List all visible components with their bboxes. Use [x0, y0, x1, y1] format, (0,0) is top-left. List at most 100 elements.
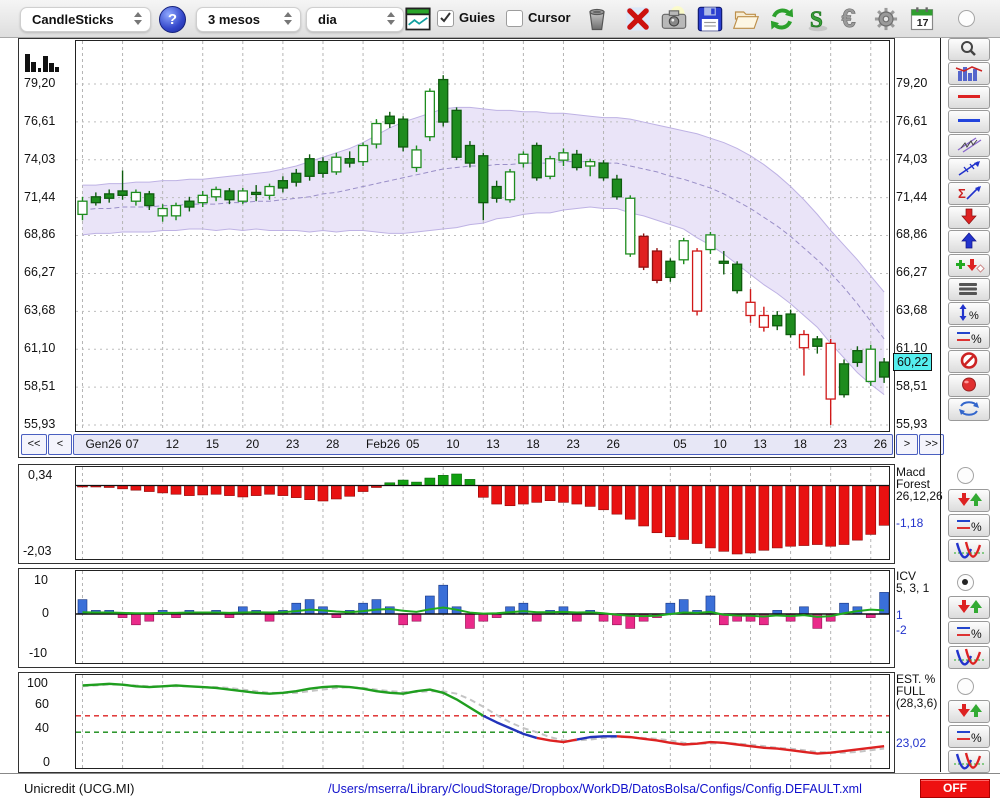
candle — [745, 301, 756, 317]
record-button[interactable] — [948, 374, 990, 397]
stoch-percent-button[interactable]: % — [948, 725, 990, 748]
price-label: 61,10 — [24, 341, 56, 356]
icv-ymin-label: -10 — [29, 646, 48, 660]
interval-select[interactable]: dia — [306, 7, 404, 32]
calendar-icon[interactable]: 17 — [908, 5, 936, 33]
macd-bar — [731, 485, 743, 555]
money-s-icon[interactable]: S — [804, 5, 832, 34]
zoom-tool-button[interactable] — [948, 38, 990, 61]
macd-bar — [624, 485, 636, 520]
guies-checkbox[interactable] — [437, 10, 454, 27]
macd-bar — [718, 485, 730, 552]
arrow-up-blue-icon — [949, 231, 989, 250]
sigma-trend-button[interactable]: Σ — [948, 182, 990, 205]
off-toggle-button[interactable]: OFF — [920, 779, 990, 798]
icv-panel-radio[interactable] — [957, 574, 974, 591]
macd-ymax-label: 0,34 — [28, 468, 53, 482]
list-lines-button[interactable] — [948, 278, 990, 301]
arrow-down-tool-button[interactable] — [948, 206, 990, 229]
candle — [210, 188, 222, 198]
channel-icon — [949, 135, 989, 154]
trash-icon[interactable] — [583, 5, 611, 33]
stoch-y60-label: 60 — [35, 697, 49, 711]
macd-bar — [130, 485, 142, 491]
red-hline-button[interactable] — [948, 86, 990, 109]
chart-type-select[interactable]: CandleSticks — [20, 7, 151, 32]
macd-arrows-button[interactable] — [948, 489, 990, 512]
delete-x-icon[interactable] — [624, 5, 652, 33]
channel-tool-button[interactable] — [948, 134, 990, 157]
price-label: 66,27 — [896, 265, 928, 280]
macd-bar — [865, 485, 877, 535]
cursor-checkbox[interactable] — [506, 10, 523, 27]
candle — [772, 314, 783, 327]
icv-arrows-button[interactable] — [948, 596, 990, 619]
refresh-icon[interactable] — [768, 5, 796, 33]
settings-gear-icon[interactable] — [872, 5, 900, 33]
trendline-tool-button[interactable] — [948, 158, 990, 181]
nav-prev-button[interactable]: < — [48, 434, 72, 455]
macd-bar — [210, 485, 222, 495]
camera-icon[interactable] — [660, 5, 688, 33]
arrow-up-tool-button[interactable] — [948, 230, 990, 253]
open-folder-icon[interactable] — [732, 5, 760, 33]
main-price-chart[interactable] — [75, 40, 890, 432]
icv-bar — [665, 602, 676, 615]
macd-percent-button[interactable]: % — [948, 514, 990, 537]
euro-icon[interactable]: € — [838, 5, 866, 34]
candle — [144, 193, 155, 207]
icv-bar — [358, 602, 368, 615]
macd-bar — [237, 485, 249, 498]
indicator-chart-button[interactable] — [948, 62, 990, 85]
lines-percent-icon: % — [949, 622, 989, 641]
blue-hline-button[interactable] — [948, 110, 990, 133]
nav-next-button[interactable]: > — [896, 434, 918, 455]
icv-curves-button[interactable] — [948, 646, 990, 669]
svg-text:17: 17 — [917, 17, 929, 29]
macd-bar — [143, 485, 155, 492]
icv-bar — [144, 613, 155, 622]
macd-curves-button[interactable] — [948, 539, 990, 562]
stoch-curves-button[interactable] — [948, 750, 990, 773]
config-path-label: /Users/mserra/Library/CloudStorage/Dropb… — [328, 782, 862, 796]
period-select[interactable]: 3 mesos — [196, 7, 301, 32]
forbidden-tool-button[interactable] — [948, 350, 990, 373]
save-icon[interactable] — [696, 5, 724, 33]
macd-bar — [571, 485, 583, 505]
lines-percent-button[interactable]: % — [948, 326, 990, 349]
toolbar-radio[interactable] — [958, 10, 975, 27]
svg-text:Σ: Σ — [958, 186, 966, 201]
stoch-arrows-button[interactable] — [948, 700, 990, 723]
macd-bar — [451, 473, 462, 486]
nav-far-prev-button[interactable]: << — [21, 434, 47, 455]
candle — [224, 190, 235, 201]
macd-bar — [758, 485, 770, 551]
macd-bar — [224, 485, 235, 496]
candle — [424, 90, 436, 138]
add-signal-arrows-button[interactable] — [948, 254, 990, 277]
candle — [251, 191, 262, 196]
icv-bar — [291, 602, 302, 615]
curves-icon — [949, 647, 989, 666]
price-label: 63,68 — [896, 303, 928, 318]
macd-bar — [544, 485, 556, 501]
macd-bar — [357, 485, 369, 492]
candle — [558, 152, 569, 161]
icv-percent-button[interactable]: % — [948, 621, 990, 644]
help-button[interactable]: ? — [159, 6, 186, 33]
vertical-percent-button[interactable]: % — [948, 302, 990, 325]
candle — [197, 194, 208, 204]
candle — [571, 153, 582, 169]
interval-value: dia — [318, 12, 337, 27]
swap-arrows-button[interactable] — [948, 398, 990, 421]
icv-yzero-label: 0 — [42, 606, 49, 620]
date-tick-label: 05 — [406, 437, 420, 451]
candle — [678, 240, 689, 261]
stoch-panel-radio[interactable] — [957, 678, 974, 695]
icv-bar — [384, 606, 395, 615]
chart-window-icon[interactable] — [404, 5, 432, 33]
macd-bar — [504, 485, 516, 507]
date-axis-strip[interactable]: Gen26 07 12 15 20 23 28 Feb26 05 10 13 18 23 26 05 10 13… — [73, 434, 893, 455]
macd-panel-radio[interactable] — [957, 467, 974, 484]
symbol-label: Unicredit (UCG.MI) — [24, 781, 135, 796]
